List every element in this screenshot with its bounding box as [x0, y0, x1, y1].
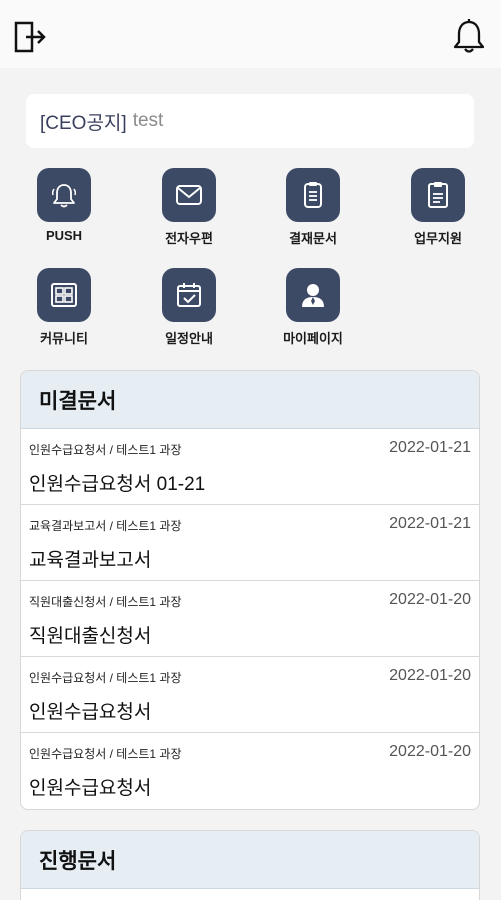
bell-icon[interactable]	[452, 18, 486, 54]
doc-meta: 교육결과보고서 / 테스트1 과장	[29, 519, 182, 533]
menu-label: 커뮤니티	[40, 331, 88, 346]
list-item[interactable]: 인원수급요청서 / 테스트1 과장 2022-01-20 인원수급요청서	[21, 657, 479, 733]
progress-panel-title: 진행문서	[21, 831, 479, 889]
doc-date: 2022-01-21	[389, 439, 471, 456]
list-item[interactable]: 인원수급요청서 / 테스트1 과장 2022-01-21 인원수급요청서 01-…	[21, 429, 479, 505]
menu-mypage[interactable]: 마이페이지	[268, 268, 358, 347]
mail-icon	[176, 185, 202, 205]
menu-label: 업무지원	[414, 231, 462, 246]
doc-meta: 인원수급요청서 / 테스트1 과장	[29, 443, 182, 457]
doc-title: 교육결과보고서	[29, 550, 152, 571]
list-item[interactable]: 교육결과보고서 / 테스트1 과장 2022-01-21 교육결과보고서	[21, 505, 479, 581]
doc-title: 인원수급요청서 01-21	[29, 474, 206, 495]
menu-approval[interactable]: 결재문서	[268, 168, 358, 247]
doc-meta: 인원수급요청서 / 테스트1 과장	[29, 747, 182, 761]
clipboard-list-icon	[428, 182, 448, 208]
doc-date: 2022-01-20	[389, 667, 471, 684]
clipboard-icon	[304, 182, 322, 208]
menu-label: 마이페이지	[283, 331, 343, 346]
doc-date: 2022-01-20	[389, 743, 471, 760]
menu-email[interactable]: 전자우편	[144, 168, 234, 247]
pending-documents-panel: 미결문서 인원수급요청서 / 테스트1 과장 2022-01-21 인원수급요청…	[20, 370, 480, 810]
community-icon	[51, 283, 77, 307]
menu-push[interactable]: PUSH	[19, 168, 109, 243]
menu-community[interactable]: 커뮤니티	[19, 268, 109, 347]
list-item[interactable]: 직원대출신청서 / 테스트1 과장 2022-01-20 직원대출신청서	[21, 581, 479, 657]
menu-schedule[interactable]: 일정안내	[144, 268, 234, 347]
menu-label: PUSH	[45, 228, 83, 243]
ceo-notice-bar[interactable]: [CEO공지] test	[26, 94, 474, 148]
doc-title: 인원수급요청서	[29, 702, 152, 723]
doc-title: 직원대출신청서	[29, 626, 152, 647]
notice-message: test	[132, 110, 164, 131]
bell-icon	[51, 184, 77, 208]
doc-meta: 직원대출신청서 / 테스트1 과장	[29, 595, 182, 609]
list-item[interactable]: 인원수급요청서 / 테스트1 과장 2022-01-20 인원수급요청서	[21, 733, 479, 809]
user-icon	[302, 284, 324, 307]
logout-icon[interactable]	[12, 20, 48, 54]
menu-label: 결재문서	[289, 231, 337, 246]
doc-date: 2022-01-20	[389, 591, 471, 608]
menu-work-support[interactable]: 업무지원	[393, 168, 483, 247]
doc-meta: 인원수급요청서 / 테스트1 과장	[29, 671, 182, 685]
pending-panel-title: 미결문서	[21, 371, 479, 429]
doc-date: 2022-01-21	[389, 515, 471, 532]
in-progress-documents-panel: 진행문서	[20, 830, 480, 900]
top-bar	[0, 0, 501, 68]
menu-label: 전자우편	[165, 231, 213, 246]
menu-label: 일정안내	[165, 331, 213, 346]
doc-title: 인원수급요청서	[29, 778, 152, 799]
calendar-icon	[177, 283, 201, 307]
notice-tag: [CEO공지]	[40, 112, 127, 134]
